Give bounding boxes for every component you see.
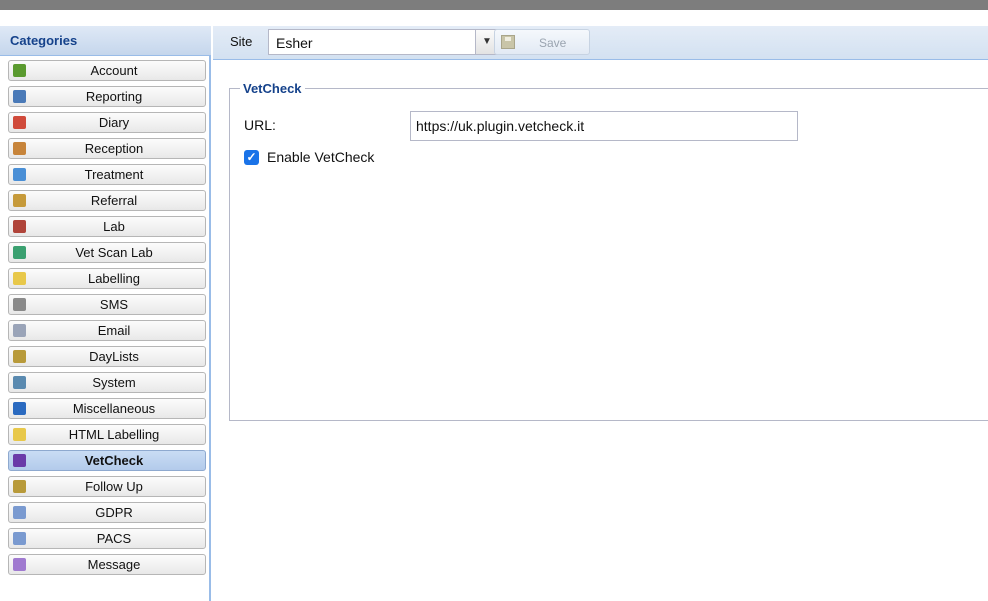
lab-icon (13, 220, 26, 233)
url-input[interactable] (410, 111, 798, 141)
followup-list-icon (13, 480, 26, 493)
reception-icon (13, 142, 26, 155)
toolbar: Site Esher ▼ Save (213, 26, 988, 60)
sidebar-item-vet-scan-lab[interactable]: Vet Scan Lab (8, 242, 206, 263)
sidebar-item-email[interactable]: Email (8, 320, 206, 341)
envelope-icon (13, 324, 26, 337)
calendar-icon (13, 116, 26, 129)
sidebar-item-reporting[interactable]: Reporting (8, 86, 206, 107)
sidebar-item-gdpr[interactable]: GDPR (8, 502, 206, 523)
categories-header: Categories (0, 26, 211, 56)
sidebar-item-sms[interactable]: SMS (8, 294, 206, 315)
sidebar-item-html-labelling[interactable]: HTML Labelling (8, 424, 206, 445)
sidebar-item-labelling[interactable]: Labelling (8, 268, 206, 289)
vet-scan-icon (13, 246, 26, 259)
sidebar-item-label: Treatment (84, 167, 144, 182)
title-bar (0, 0, 988, 10)
save-label: Save (539, 36, 567, 50)
system-icon (13, 376, 26, 389)
sidebar-item-label: Referral (90, 193, 138, 208)
list-icon (13, 350, 26, 363)
sidebar-item-label: Reception (84, 141, 144, 156)
sidebar-item-label: Email (97, 323, 131, 338)
sidebar-item-lab[interactable]: Lab (8, 216, 206, 237)
sidebar-item-system[interactable]: System (8, 372, 206, 393)
sidebar-item-label: HTML Labelling (68, 427, 160, 442)
label-icon (13, 272, 26, 285)
floppy-disk-icon (501, 35, 515, 49)
site-select[interactable]: Esher ▼ (268, 29, 499, 55)
pacs-icon (13, 532, 26, 545)
enable-vetcheck-checkbox[interactable]: ✓ (244, 150, 259, 165)
main-panel: VetCheck URL: ✓ Enable VetCheck (213, 60, 988, 601)
enable-vetcheck-label: Enable VetCheck (267, 149, 375, 165)
sidebar-item-label: SMS (99, 297, 129, 312)
sidebar-item-label: Labelling (87, 271, 141, 286)
reporting-icon (13, 90, 26, 103)
sidebar-item-label: DayLists (89, 349, 139, 364)
sidebar-item-daylists[interactable]: DayLists (8, 346, 206, 367)
sidebar-item-message[interactable]: Message (8, 554, 206, 575)
sidebar-item-label: Reporting (85, 89, 143, 104)
sidebar-item-account[interactable]: Account (8, 60, 206, 81)
referral-icon (13, 194, 26, 207)
sidebar-item-label: Lab (103, 219, 125, 234)
category-list: Account Reporting Diary Reception Treatment R… (8, 60, 206, 580)
sidebar-item-referral[interactable]: Referral (8, 190, 206, 211)
sidebar-item-treatment[interactable]: Treatment (8, 164, 206, 185)
sidebar-item-diary[interactable]: Diary (8, 112, 206, 133)
phone-icon (13, 298, 26, 311)
sidebar-item-label: Follow Up (85, 479, 143, 494)
sidebar-item-label: GDPR (95, 505, 133, 520)
gdpr-icon (13, 506, 26, 519)
sidebar-item-label: System (92, 375, 136, 390)
sidebar-item-label: Miscellaneous (72, 401, 156, 416)
html-label-icon (13, 428, 26, 441)
account-icon (13, 64, 26, 77)
sidebar-item-miscellaneous[interactable]: Miscellaneous (8, 398, 206, 419)
treatment-icon (13, 168, 26, 181)
sidebar-item-follow-up[interactable]: Follow Up (8, 476, 206, 497)
sidebar-item-pacs[interactable]: PACS (8, 528, 206, 549)
sidebar-item-label: Account (90, 63, 138, 78)
url-label: URL: (244, 117, 276, 133)
fieldset-legend: VetCheck (240, 81, 305, 96)
sidebar-item-vetcheck[interactable]: VetCheck (8, 450, 206, 471)
sidebar-item-reception[interactable]: Reception (8, 138, 206, 159)
message-icon (13, 558, 26, 571)
site-select-value: Esher (276, 35, 313, 51)
categories-sidebar: Categories Account Reporting Diary Receptio… (0, 26, 211, 601)
save-button[interactable]: Save (494, 29, 590, 55)
vetcheck-icon (13, 454, 26, 467)
sidebar-item-label: Message (87, 557, 141, 572)
site-label: Site (230, 34, 253, 49)
info-icon (13, 402, 26, 415)
sidebar-item-label: Vet Scan Lab (75, 245, 153, 260)
sidebar-item-label: Diary (98, 115, 130, 130)
vetcheck-fieldset: VetCheck URL: ✓ Enable VetCheck (229, 81, 988, 421)
sidebar-item-label: VetCheck (84, 453, 144, 468)
sidebar-item-label: PACS (96, 531, 132, 546)
